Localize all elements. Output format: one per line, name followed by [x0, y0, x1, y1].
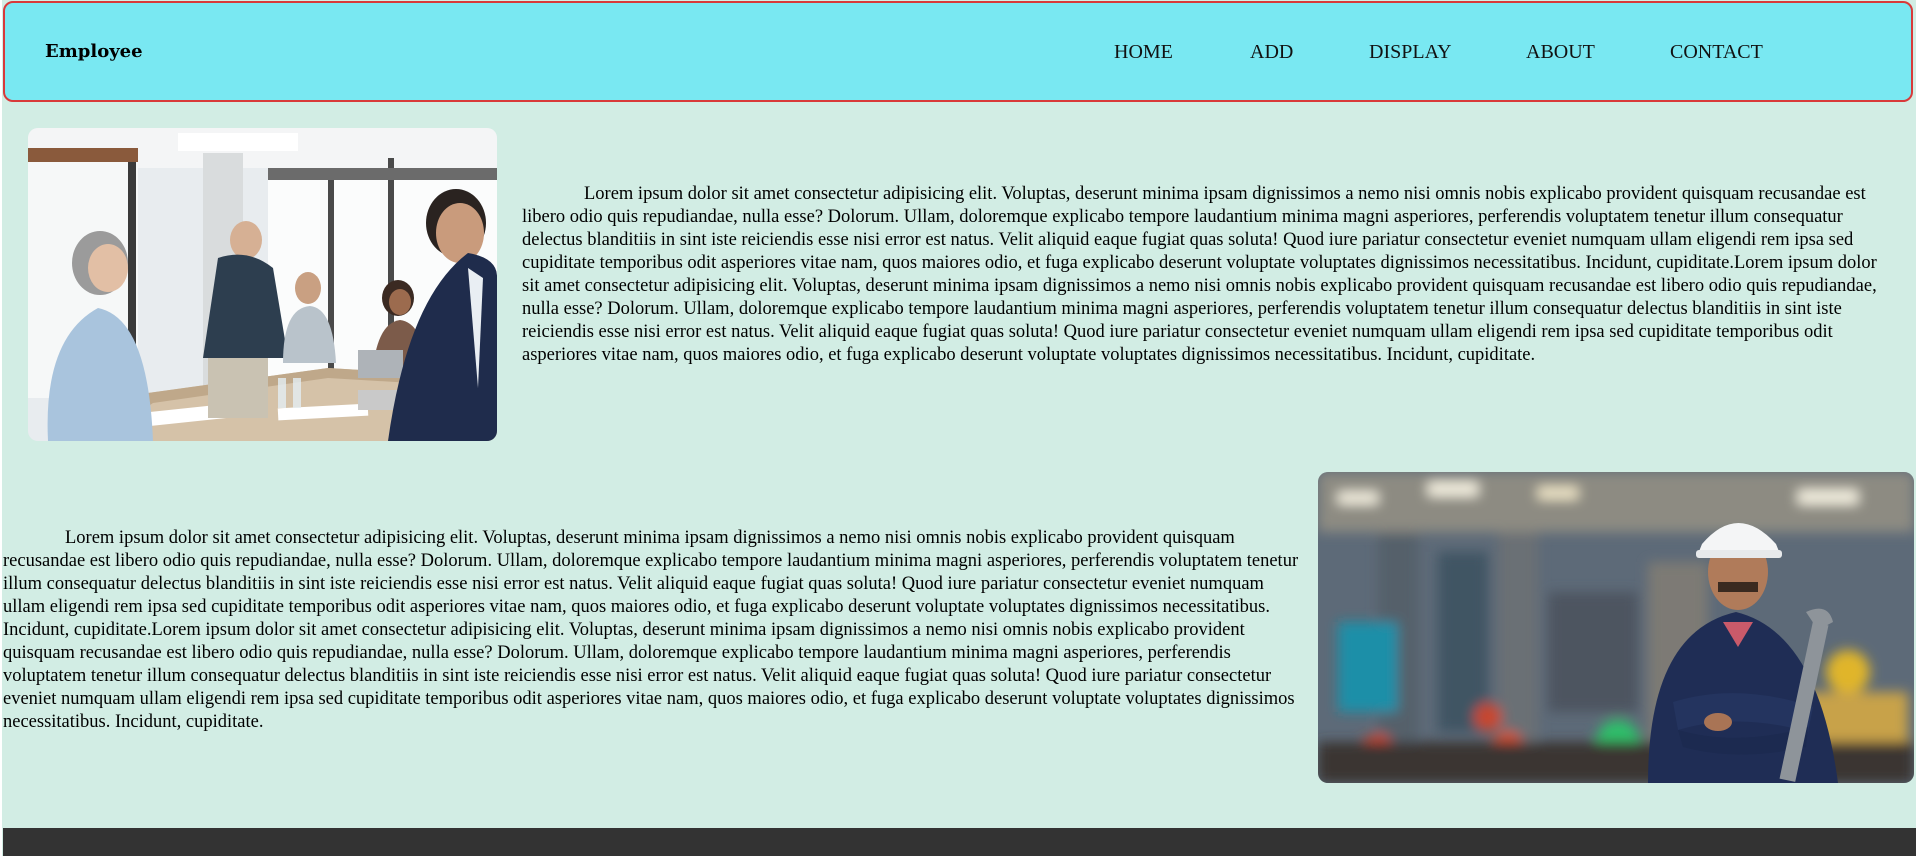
- nav-link-about[interactable]: ABOUT: [1526, 41, 1595, 64]
- nav-link-display[interactable]: DISPLAY: [1369, 41, 1452, 64]
- navbar: Employee HOME ADD DISPLAY ABOUT CONTACT: [3, 1, 1913, 102]
- footer: [3, 828, 1916, 856]
- nav-link-add[interactable]: ADD: [1250, 41, 1293, 64]
- nav-link-contact[interactable]: CONTACT: [1670, 41, 1763, 64]
- nav-link-home[interactable]: HOME: [1114, 41, 1173, 64]
- section-paragraph: Lorem ipsum dolor sit amet consectetur a…: [3, 528, 1299, 732]
- brand-title: Employee: [45, 41, 143, 62]
- content-section-worker: Lorem ipsum dolor sit amet consectetur a…: [0, 472, 1916, 784]
- office-meeting-photo: [28, 128, 497, 441]
- content-section-meeting: Lorem ipsum dolor sit amet consectetur a…: [0, 128, 1916, 442]
- section-paragraph: Lorem ipsum dolor sit amet consectetur a…: [522, 184, 1877, 365]
- factory-worker-photo: [1318, 472, 1914, 783]
